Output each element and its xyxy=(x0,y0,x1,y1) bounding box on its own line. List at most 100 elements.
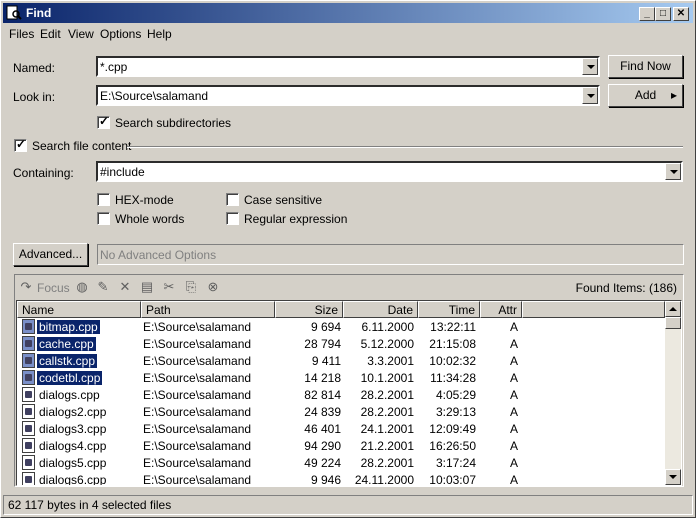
file-size: 9 411 xyxy=(275,354,341,368)
whole-words-checkbox[interactable] xyxy=(97,212,110,225)
column-time[interactable]: Time xyxy=(418,301,480,318)
scroll-thumb[interactable] xyxy=(665,317,681,329)
file-time: 3:17:24 xyxy=(418,456,476,470)
file-attr-text: A xyxy=(509,337,518,351)
lookin-dropdown-button[interactable] xyxy=(582,87,598,104)
file-path-text: E:\Source\salamand xyxy=(143,439,252,453)
search-subdirs-checkbox[interactable]: ✓ xyxy=(97,114,110,129)
add-button-label: Add xyxy=(634,88,657,102)
focus-icon[interactable]: ↷ xyxy=(18,279,34,295)
menu-help[interactable]: Help xyxy=(147,27,172,41)
case-sensitive-checkbox[interactable] xyxy=(226,193,239,206)
file-attr: A xyxy=(480,439,518,453)
table-row[interactable]: dialogs3.cpp E:\Source\salamand 46 401 24.1… xyxy=(17,420,665,437)
file-time-text: 11:34:28 xyxy=(430,371,476,385)
column-name[interactable]: Name xyxy=(17,301,141,318)
file-path: E:\Source\salamand xyxy=(143,473,251,485)
column-date[interactable]: Date xyxy=(343,301,418,318)
file-attr-text: A xyxy=(509,422,518,436)
minimize-button[interactable]: _ xyxy=(639,7,655,21)
file-size-text: 14 218 xyxy=(304,371,341,385)
chevron-down-icon xyxy=(587,65,595,69)
cut-icon[interactable]: ✂ xyxy=(161,279,177,295)
table-row[interactable]: dialogs2.cpp E:\Source\salamand 24 839 28.2… xyxy=(17,403,665,420)
menu-options[interactable]: Options xyxy=(100,27,141,41)
hex-mode-checkbox[interactable] xyxy=(97,193,110,206)
menu-view[interactable]: View xyxy=(68,27,94,41)
scroll-up-button[interactable] xyxy=(665,301,681,317)
containing-label: Containing: xyxy=(13,166,74,180)
containing-combo[interactable]: #include xyxy=(96,161,683,182)
copy-icon[interactable]: ⎘ xyxy=(183,279,199,295)
close-button[interactable]: ✕ xyxy=(673,7,689,21)
file-name: cache.cpp xyxy=(37,337,96,351)
table-row[interactable]: cache.cpp E:\Source\salamand 28 794 5.12.20… xyxy=(17,335,665,352)
file-date: 28.2.2001 xyxy=(343,405,414,419)
chevron-right-icon: ▸ xyxy=(670,88,677,102)
file-path: E:\Source\salamand xyxy=(143,320,251,334)
view-icon[interactable]: ◍ xyxy=(74,279,90,295)
file-name: callstk.cpp xyxy=(37,354,98,368)
column-path[interactable]: Path xyxy=(141,301,275,318)
title-bar[interactable]: Find _ □ ✕ xyxy=(3,3,693,23)
file-date-text: 24.1.2001 xyxy=(360,422,414,436)
file-time: 16:26:50 xyxy=(418,439,476,453)
checkmark-icon: ✓ xyxy=(99,114,110,128)
stop-icon[interactable]: ⊗ xyxy=(205,279,221,295)
file-path-text: E:\Source\salamand xyxy=(143,388,252,402)
regex-checkbox[interactable] xyxy=(226,212,239,225)
table-row[interactable]: bitmap.cpp E:\Source\salamand 9 694 6.11.20… xyxy=(17,318,665,335)
focus-label[interactable]: Focus xyxy=(37,281,70,295)
advanced-button[interactable]: Advanced... xyxy=(13,243,88,266)
column-attr[interactable]: Attr xyxy=(480,301,522,318)
add-button[interactable]: Add ▸ xyxy=(608,84,683,107)
find-now-button[interactable]: Find Now xyxy=(608,55,683,78)
search-file-content-checkbox[interactable]: ✓ xyxy=(14,137,27,152)
menu-edit[interactable]: Edit xyxy=(40,27,61,41)
file-name-text: cache.cpp xyxy=(37,337,96,351)
table-row[interactable]: callstk.cpp E:\Source\salamand 9 411 3.3.20… xyxy=(17,352,665,369)
named-dropdown-button[interactable] xyxy=(582,58,598,75)
arrow-down-icon xyxy=(669,475,677,479)
file-time-text: 3:29:13 xyxy=(435,405,476,419)
scroll-down-button[interactable] xyxy=(665,469,681,485)
file-size: 46 401 xyxy=(275,422,341,436)
delete-icon[interactable]: ✕ xyxy=(117,279,133,295)
cpp-file-icon xyxy=(22,319,35,334)
arrow-up-icon xyxy=(669,307,677,311)
table-row[interactable]: dialogs5.cpp E:\Source\salamand 49 224 28.2… xyxy=(17,454,665,471)
file-date-text: 3.3.2001 xyxy=(367,354,414,368)
file-time: 21:15:08 xyxy=(418,337,476,351)
file-date-text: 28.2.2001 xyxy=(360,388,414,402)
file-time: 4:05:29 xyxy=(418,388,476,402)
menu-files[interactable]: Files xyxy=(9,27,34,41)
file-name-text: dialogs6.cpp xyxy=(39,473,107,486)
maximize-button[interactable]: □ xyxy=(655,7,671,21)
column-size[interactable]: Size xyxy=(275,301,343,318)
cpp-file-icon xyxy=(22,421,35,436)
vertical-scrollbar[interactable] xyxy=(665,301,681,485)
file-path: E:\Source\salamand xyxy=(143,405,251,419)
file-time-text: 21:15:08 xyxy=(429,337,476,351)
named-label: Named: xyxy=(13,61,56,75)
edit-icon[interactable]: ✎ xyxy=(95,279,111,295)
whole-words-label: Whole words xyxy=(115,212,185,226)
file-size: 24 839 xyxy=(275,405,341,419)
lookin-combo[interactable]: E:\Source\salamand xyxy=(96,85,600,106)
file-path-text: E:\Source\salamand xyxy=(143,422,252,436)
containing-dropdown-button[interactable] xyxy=(665,163,681,180)
save-icon[interactable]: ▤ xyxy=(139,279,155,295)
table-row[interactable]: dialogs.cpp E:\Source\salamand 82 814 28.2.… xyxy=(17,386,665,403)
file-size: 9 946 xyxy=(275,473,341,485)
table-row[interactable]: codetbl.cpp E:\Source\salamand 14 218 10.1.… xyxy=(17,369,665,386)
table-row[interactable]: dialogs4.cpp E:\Source\salamand 94 290 21.2… xyxy=(17,437,665,454)
cpp-file-icon xyxy=(22,404,35,419)
cpp-file-icon xyxy=(22,455,35,470)
results-list[interactable]: Name Path Size Date Time Attr bitmap.cpp… xyxy=(16,300,682,486)
file-attr-text: A xyxy=(509,405,518,419)
table-row[interactable]: dialogs6.cpp E:\Source\salamand 9 946 24.11… xyxy=(17,471,665,486)
file-size-text: 82 814 xyxy=(304,388,341,402)
file-name-text: dialogs.cpp xyxy=(39,388,100,402)
named-combo[interactable]: *.cpp xyxy=(96,56,600,77)
file-path-text: E:\Source\salamand xyxy=(143,371,252,385)
